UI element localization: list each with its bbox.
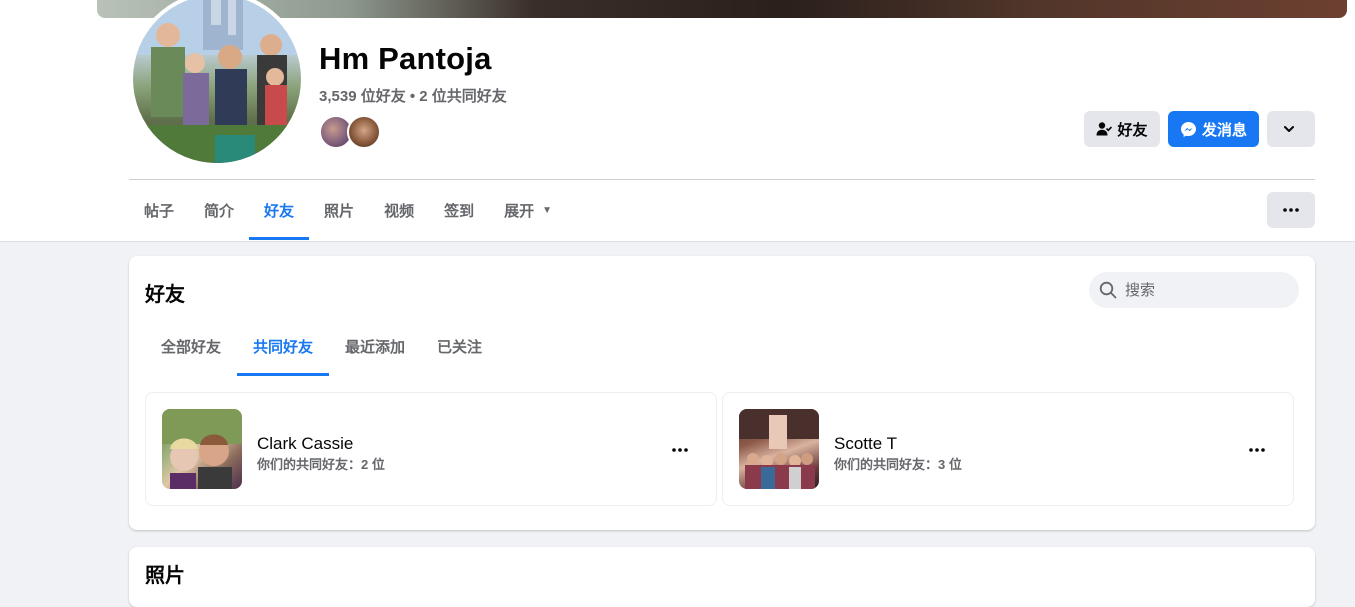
profile-tabs: 帖子 简介 好友 照片 视频 签到 展开 ▼ bbox=[129, 181, 567, 240]
profile-picture bbox=[133, 0, 301, 163]
subtab-label: 共同好友 bbox=[253, 338, 314, 356]
tab-posts[interactable]: 帖子 bbox=[129, 181, 189, 240]
header-divider bbox=[129, 179, 1315, 180]
subtab-recently-added[interactable]: 最近添加 bbox=[329, 316, 421, 376]
ellipsis-icon bbox=[672, 448, 688, 452]
more-options-button[interactable] bbox=[1267, 192, 1315, 228]
friend-photo-image bbox=[162, 409, 242, 489]
friend-options-button[interactable] bbox=[1243, 436, 1271, 464]
chevron-down-icon bbox=[1283, 126, 1294, 132]
tab-label: 简介 bbox=[204, 203, 235, 220]
profile-options-dropdown[interactable] bbox=[1267, 111, 1315, 147]
tab-check-ins[interactable]: 签到 bbox=[429, 181, 489, 240]
messenger-icon bbox=[1180, 121, 1196, 137]
profile-picture-frame[interactable] bbox=[129, 0, 305, 167]
profile-name: Hm Pantoja bbox=[319, 41, 492, 76]
tab-label: 好友 bbox=[264, 203, 295, 220]
subtab-following[interactable]: 已关注 bbox=[421, 316, 498, 376]
friends-status-button[interactable]: 好友 bbox=[1084, 111, 1160, 147]
friend-options-button[interactable] bbox=[666, 436, 694, 464]
send-message-label: 发消息 bbox=[1201, 121, 1247, 139]
tab-more[interactable]: 展开 ▼ bbox=[489, 181, 567, 240]
friends-status-label: 好友 bbox=[1117, 121, 1148, 139]
friends-subtabs: 全部好友 共同好友 最近添加 已关注 bbox=[145, 316, 498, 376]
friend-photo[interactable] bbox=[162, 409, 242, 489]
subtab-label: 已关注 bbox=[437, 338, 483, 356]
tab-label: 照片 bbox=[324, 203, 355, 220]
photos-card-title[interactable]: 照片 bbox=[145, 559, 185, 588]
mutual-friends-count[interactable]: 你们的共同好友：2 位 bbox=[257, 454, 385, 473]
profile-picture-image bbox=[133, 0, 301, 163]
subtab-all-friends[interactable]: 全部好友 bbox=[145, 316, 237, 376]
tab-label: 帖子 bbox=[144, 203, 175, 220]
tab-label: 签到 bbox=[444, 203, 475, 220]
person-check-icon bbox=[1096, 122, 1113, 136]
friends-card-title[interactable]: 好友 bbox=[145, 278, 185, 307]
send-message-button[interactable]: 发消息 bbox=[1168, 111, 1259, 147]
friend-name[interactable]: Scotte T bbox=[834, 434, 897, 454]
ellipsis-icon bbox=[1249, 448, 1265, 452]
tab-friends[interactable]: 好友 bbox=[249, 181, 310, 240]
tab-label: 视频 bbox=[384, 203, 415, 220]
friends-search[interactable] bbox=[1089, 272, 1299, 308]
tab-videos[interactable]: 视频 bbox=[369, 181, 429, 240]
search-input[interactable] bbox=[1123, 280, 1287, 300]
friend-photo[interactable] bbox=[739, 409, 819, 489]
friend-card: Scotte T 你们的共同好友：3 位 bbox=[722, 392, 1294, 506]
friend-photo-image bbox=[739, 409, 819, 489]
tab-label: 展开 bbox=[504, 203, 535, 220]
search-icon bbox=[1099, 281, 1117, 299]
friend-name[interactable]: Clark Cassie bbox=[257, 434, 353, 454]
mutual-friends-count[interactable]: 你们的共同好友：3 位 bbox=[834, 454, 962, 473]
ellipsis-icon bbox=[1283, 208, 1299, 212]
friend-card: Clark Cassie 你们的共同好友：2 位 bbox=[145, 392, 717, 506]
subtab-label: 最近添加 bbox=[345, 338, 406, 356]
tab-photos[interactable]: 照片 bbox=[309, 181, 369, 240]
friends-card: 好友 全部好友 共同好友 最近添加 已关注 Clark Cassie 你们的共同… bbox=[129, 256, 1315, 530]
photos-card: 照片 bbox=[129, 547, 1315, 607]
subtab-label: 全部好友 bbox=[161, 338, 222, 356]
mutual-friend-avatar[interactable] bbox=[347, 115, 381, 149]
caret-down-icon: ▼ bbox=[542, 205, 553, 216]
subtab-mutual-friends[interactable]: 共同好友 bbox=[237, 316, 330, 376]
tab-about[interactable]: 简介 bbox=[189, 181, 249, 240]
friend-count[interactable]: 3,539 位好友 • 2 位共同好友 bbox=[319, 85, 507, 106]
